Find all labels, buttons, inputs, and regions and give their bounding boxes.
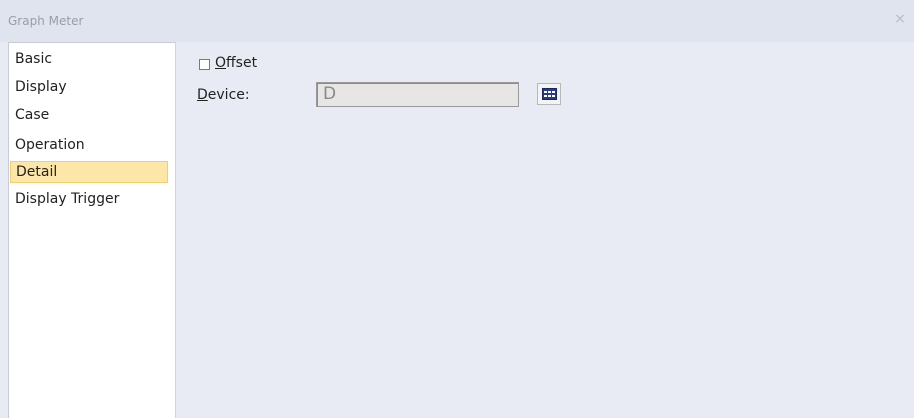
sidebar-item-basic[interactable]: Basic — [10, 48, 168, 70]
title-bar: Graph Meter × — [0, 0, 914, 42]
offset-mnemonic: O — [215, 55, 227, 71]
sidebar-item-display-trigger[interactable]: Display Trigger — [10, 188, 168, 210]
device-browse-button[interactable] — [537, 83, 561, 105]
device-label: Device: — [197, 86, 250, 104]
sidebar-item-detail[interactable]: Detail — [10, 161, 168, 183]
offset-label[interactable]: Offset — [215, 54, 257, 72]
device-value: D — [323, 84, 337, 104]
sidebar-item-display[interactable]: Display — [10, 76, 168, 98]
device-list-icon — [542, 88, 557, 100]
close-icon[interactable]: × — [892, 11, 908, 27]
device-mnemonic: D — [197, 87, 208, 103]
device-field[interactable]: D — [316, 82, 519, 107]
property-category-list: Basic Display Case Operation Detail Disp… — [8, 42, 176, 418]
detail-panel: Offset Device: D — [176, 42, 914, 417]
sidebar-item-operation[interactable]: Operation — [10, 134, 168, 156]
device-label-text: evice: — [207, 87, 250, 103]
offset-checkbox[interactable] — [199, 59, 210, 70]
offset-label-text: ffset — [226, 55, 258, 71]
window-title: Graph Meter — [8, 14, 84, 28]
sidebar-item-case[interactable]: Case — [10, 104, 168, 126]
